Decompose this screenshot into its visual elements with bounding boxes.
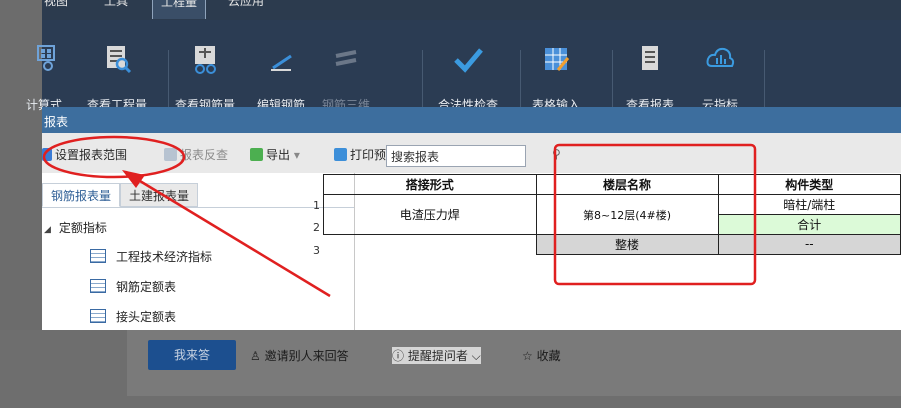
annotation-rectangle bbox=[553, 143, 757, 286]
screenshot-page: 视图 工具 工程量 云应用 计算式 查看工程量 查看钢筋量 编辑钢筋 钢筋三维 … bbox=[0, 0, 901, 408]
annotation-arrow-head bbox=[122, 170, 145, 188]
annotation-ellipse bbox=[42, 135, 186, 179]
annotation-arrow-line bbox=[134, 176, 331, 298]
red-annotations bbox=[42, 135, 757, 298]
